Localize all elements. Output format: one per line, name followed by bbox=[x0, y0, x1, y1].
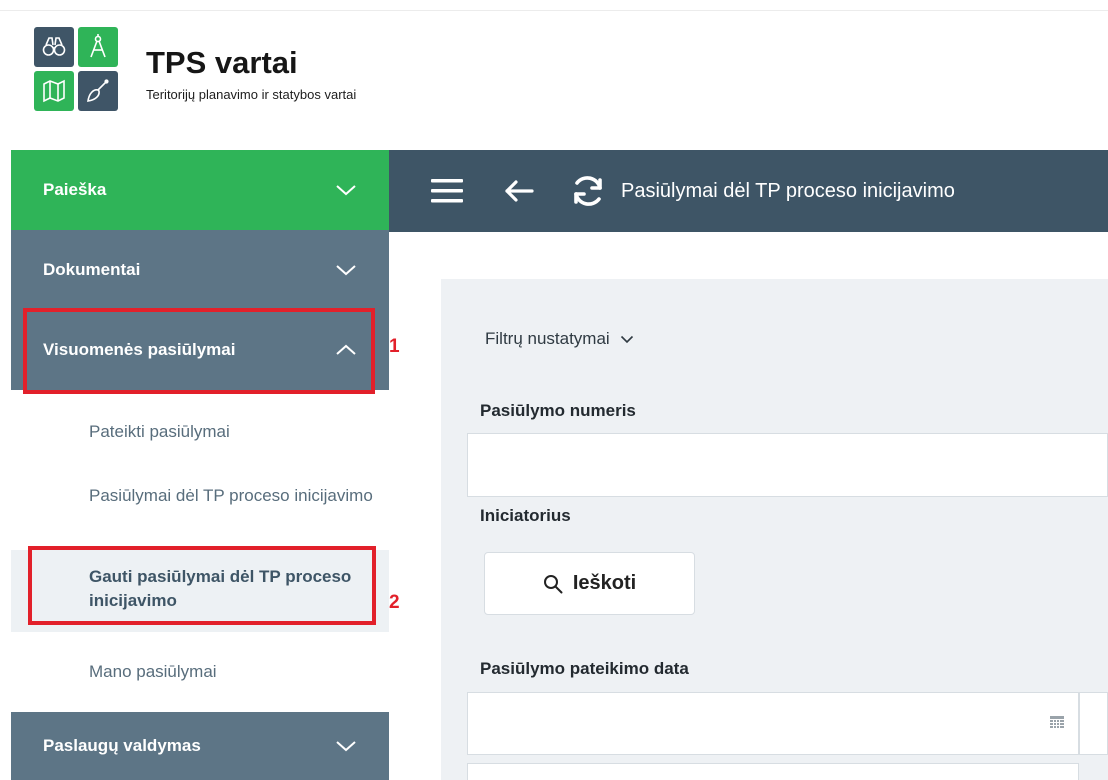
logo[interactable] bbox=[34, 27, 118, 111]
next-filter-field[interactable] bbox=[467, 763, 1079, 780]
highlight-box-2 bbox=[28, 546, 376, 625]
initiator-search-button[interactable]: Ieškoti bbox=[484, 552, 695, 615]
chevron-down-icon bbox=[335, 739, 357, 753]
sidebar-item-tp-initiation-proposals[interactable]: Pasiūlymai dėl TP proceso inicijavimo bbox=[11, 484, 389, 508]
sidebar-section-label: Paieška bbox=[43, 180, 107, 199]
hamburger-menu-icon[interactable] bbox=[429, 173, 465, 209]
map-icon bbox=[34, 71, 74, 111]
sidebar-section-label: Dokumentai bbox=[43, 260, 141, 279]
sidebar-item-my-proposals[interactable]: Mano pasiūlymai bbox=[11, 660, 389, 684]
initiator-label: Iniciatorius bbox=[480, 506, 571, 525]
trowel-icon bbox=[78, 71, 118, 111]
search-button-label: Ieškoti bbox=[572, 572, 637, 594]
submission-date-to-field[interactable] bbox=[1079, 692, 1108, 755]
top-bar: Pasiūlymai dėl TP proceso inicijavimo bbox=[389, 150, 1108, 232]
compass-icon bbox=[78, 27, 118, 67]
sidebar: Paieška Dokumentai Visuomenės pasiūlymai… bbox=[0, 150, 389, 780]
sidebar-section-documents[interactable]: Dokumentai bbox=[11, 230, 389, 310]
binoculars-icon bbox=[34, 27, 74, 67]
app-root: TPS vartai Teritorijų planavimo ir staty… bbox=[0, 0, 1108, 780]
submission-date-label: Pasiūlymo pateikimo data bbox=[480, 659, 689, 678]
search-icon bbox=[543, 574, 563, 593]
proposal-number-label: Pasiūlymo numeris bbox=[480, 401, 636, 420]
chevron-down-icon bbox=[335, 263, 357, 277]
brand-title: TPS vartai bbox=[146, 45, 298, 80]
sidebar-section-label: Paslaugų valdymas bbox=[43, 736, 201, 755]
submission-date-from-field[interactable] bbox=[467, 692, 1079, 755]
top-divider bbox=[0, 10, 1108, 11]
sidebar-item-submitted-proposals[interactable]: Pateikti pasiūlymai bbox=[11, 420, 389, 444]
calendar-icon[interactable] bbox=[1050, 716, 1064, 730]
filter-settings-label: Filtrų nustatymai bbox=[485, 329, 610, 348]
sidebar-section-services[interactable]: Paslaugų valdymas bbox=[11, 712, 389, 780]
proposal-number-input[interactable] bbox=[467, 433, 1108, 497]
filter-settings-toggle[interactable]: Filtrų nustatymai bbox=[485, 329, 634, 349]
chevron-down-icon bbox=[335, 183, 357, 197]
highlight-marker-1: 1 bbox=[389, 336, 400, 357]
page-title: Pasiūlymai dėl TP proceso inicijavimo bbox=[621, 179, 955, 202]
filter-panel: Filtrų nustatymai Pasiūlymo numeris Inic… bbox=[441, 279, 1108, 780]
sidebar-section-search[interactable]: Paieška bbox=[11, 150, 389, 230]
refresh-icon[interactable] bbox=[569, 172, 607, 210]
highlight-marker-2: 2 bbox=[389, 592, 400, 613]
highlight-box-1 bbox=[23, 308, 375, 394]
brand-subtitle: Teritorijų planavimo ir statybos vartai bbox=[146, 87, 357, 102]
chevron-down-icon bbox=[620, 335, 633, 343]
back-arrow-icon[interactable] bbox=[501, 173, 537, 209]
